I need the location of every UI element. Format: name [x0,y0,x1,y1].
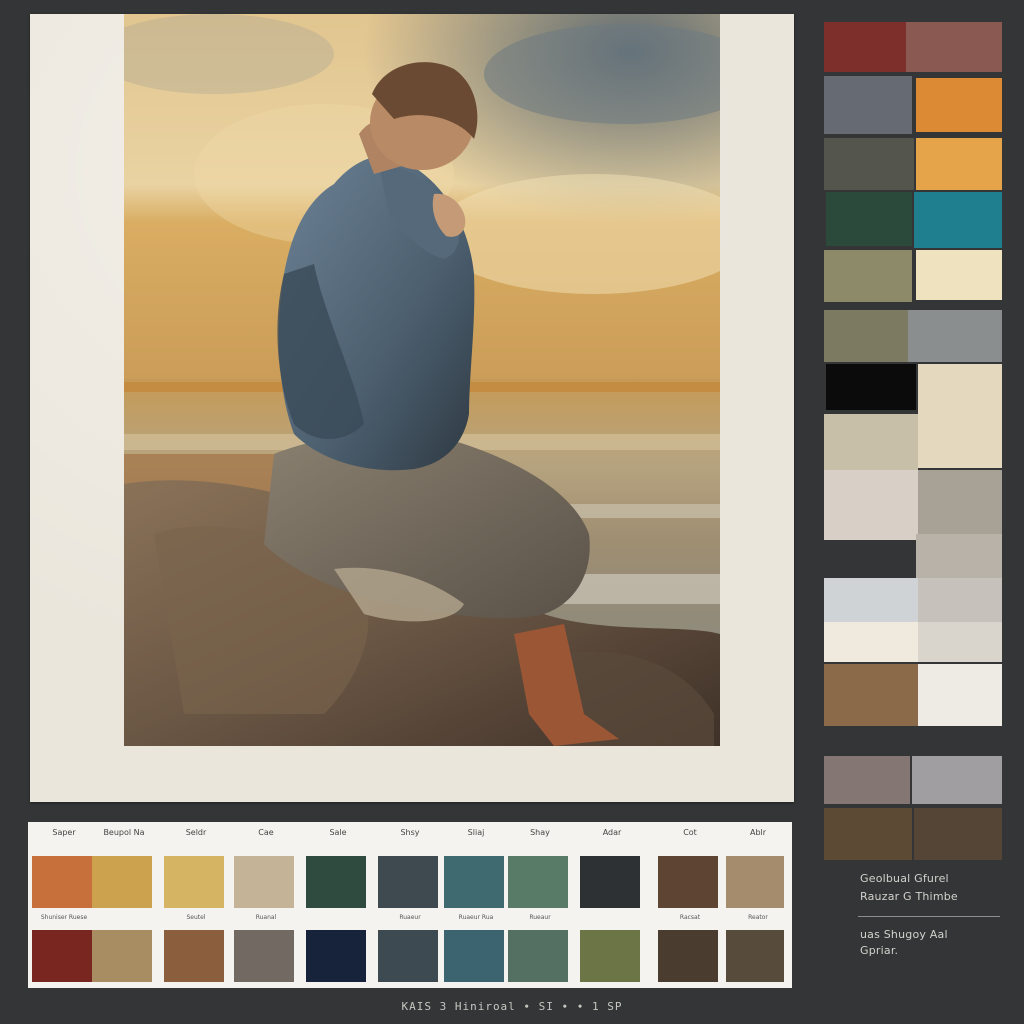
side-swatch [918,578,1002,622]
swatch-header-label: Adar [602,828,622,837]
side-swatch [824,622,918,662]
side-swatch [918,622,1002,662]
side-swatch [914,808,1002,860]
side-swatch [824,664,918,726]
side-swatch [908,310,1002,362]
side-swatch [916,534,1002,578]
swatch-header-label: Shay [530,828,550,837]
swatch-chip-row-1 [726,856,784,908]
swatch-mid-label: Ruaeur [399,914,421,921]
swatch-chip-row-1 [234,856,294,908]
swatch-header-label: Cot [683,828,697,837]
side-swatch [824,138,914,190]
swatch-chip-row-2 [306,930,366,982]
swatch-header-label: Seldr [185,828,207,837]
swatch-chip-row-1 [92,856,152,908]
side-swatch [824,76,912,134]
swatch-mid-label: Racsat [679,914,701,921]
palette-caption-note: uas Shugoy Aal [860,928,948,941]
swatch-chip-row-1 [580,856,640,908]
side-swatch [824,250,912,302]
painting-artwork [124,14,720,746]
swatch-mid-label: Reator [748,914,768,921]
side-swatch [906,22,1002,72]
side-swatch [824,414,918,470]
swatch-mid-label [306,914,370,924]
swatch-header-label: Shsy [400,828,420,837]
side-swatch [918,470,1002,534]
swatch-chip-row-1 [658,856,718,908]
side-swatch [916,78,1002,132]
swatch-header-label: Cae [258,828,274,837]
swatch-chip-row-2 [580,930,640,982]
side-swatch [912,756,1002,804]
side-swatch [914,192,1002,248]
swatch-header-label: Beupol Na [103,828,145,837]
swatch-mid-label [92,914,156,924]
swatch-chip-row-2 [378,930,438,982]
swatch-chip-row-1 [32,856,92,908]
side-swatch [824,756,910,804]
swatch-card: Saper Beupol Na Seldr Cae Sale Shsy Sliaj Shay A… [28,822,792,988]
side-swatch [918,664,1002,726]
palette-divider [858,916,1000,917]
side-swatch [826,192,912,246]
side-swatch [916,250,1002,300]
side-swatch [824,808,912,860]
swatch-header-label: Ablr [749,828,767,837]
swatch-chip-row-1 [164,856,224,908]
swatch-header-label: Saper [52,828,76,837]
swatch-chip-row-2 [164,930,224,982]
swatch-mid-label: Seutel [186,914,206,921]
swatch-mid-label: Shuniser Ruese [40,914,88,921]
swatch-chip-row-2 [726,930,784,982]
swatch-mid-label: Ruanal [255,914,277,921]
palette-caption-note-2: Gpriar. [860,944,899,957]
swatch-chip-row-1 [444,856,504,908]
swatch-chip-row-2 [508,930,568,982]
side-swatch [824,470,918,540]
swatch-chip-row-2 [92,930,152,982]
swatch-mid-label [580,914,644,924]
palette-caption-subtitle: Rauzar G Thimbe [860,890,958,903]
side-swatch [824,22,906,72]
side-swatch [918,364,1002,468]
swatch-chip-row-1 [306,856,366,908]
swatch-mid-label: Rueaur [529,914,551,921]
swatch-chip-row-2 [444,930,504,982]
swatch-chip-row-1 [508,856,568,908]
footer-caption: KAIS 3 Hiniroal ∙ SI ∙ ∙ 1 SP [401,1000,623,1013]
swatch-header-label: Sliaj [467,828,485,837]
swatch-chip-row-1 [378,856,438,908]
side-swatch [824,310,908,362]
swatch-chip-row-2 [234,930,294,982]
swatch-chip-row-2 [658,930,718,982]
swatch-mid-label: Ruaeur Rua [458,914,494,921]
side-swatch [916,138,1002,190]
side-swatch [826,364,916,410]
side-swatch [824,578,918,622]
palette-caption-title: Geolbual Gfurel [860,872,949,885]
swatch-header-label: Sale [329,828,347,837]
swatch-chip-row-2 [32,930,92,982]
